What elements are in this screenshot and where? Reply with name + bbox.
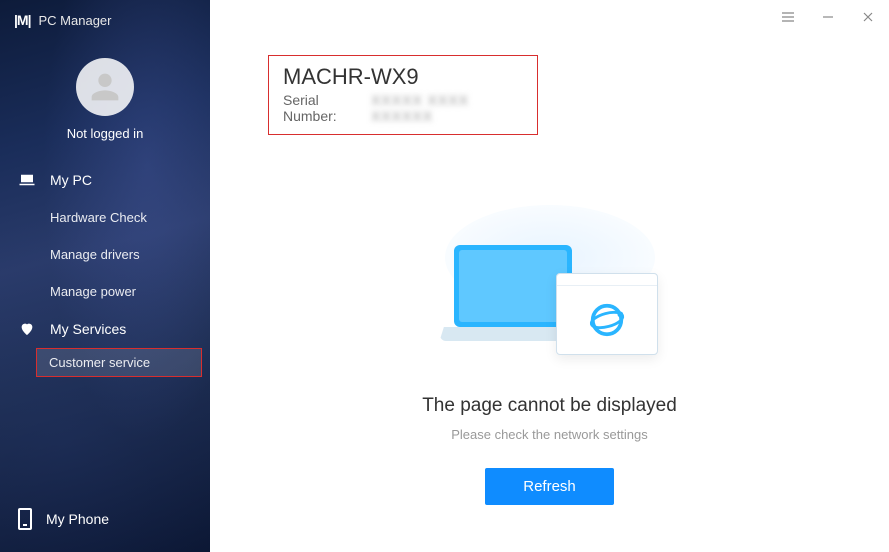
sidebar: |M| PC Manager Not logged in My PC Hardw… — [0, 0, 210, 552]
refresh-button[interactable]: Refresh — [485, 468, 614, 505]
window-controls — [779, 8, 877, 26]
error-illustration — [430, 205, 670, 375]
app-brand: |M| PC Manager — [0, 0, 210, 40]
sidebar-item-manage-drivers[interactable]: Manage drivers — [0, 236, 210, 273]
heart-icon — [18, 320, 36, 338]
sidebar-item-manage-power[interactable]: Manage power — [0, 273, 210, 310]
laptop-illustration — [454, 245, 572, 327]
sidebar-item-my-phone[interactable]: My Phone — [0, 494, 210, 544]
sidebar-category-label: My Services — [50, 321, 126, 337]
browser-window-illustration — [556, 273, 658, 355]
menu-button[interactable] — [779, 8, 797, 26]
sidebar-category-label: My PC — [50, 172, 92, 188]
app-logo-icon: |M| — [14, 12, 31, 28]
phone-icon — [18, 508, 32, 530]
close-icon — [861, 10, 875, 24]
device-info-box: MACHR-WX9 Serial Number: XXXXX XXXX XXXX… — [268, 55, 538, 135]
sidebar-bottom: My Phone — [0, 494, 210, 552]
device-serial-label: Serial Number: — [283, 92, 369, 124]
sidebar-category-my-services[interactable]: My Services — [0, 310, 210, 348]
login-status: Not logged in — [67, 126, 144, 141]
minimize-icon — [821, 10, 835, 24]
avatar[interactable] — [76, 58, 134, 116]
browser-e-icon — [588, 301, 626, 339]
app-name: PC Manager — [39, 13, 112, 28]
sidebar-item-label: My Phone — [46, 511, 109, 527]
error-subtitle: Please check the network settings — [451, 427, 648, 442]
close-button[interactable] — [859, 8, 877, 26]
device-serial-row: Serial Number: XXXXX XXXX XXXXXX — [283, 92, 523, 124]
sidebar-item-hardware-check[interactable]: Hardware Check — [0, 199, 210, 236]
device-serial-value: XXXXX XXXX XXXXXX — [371, 92, 523, 124]
user-section[interactable]: Not logged in — [0, 40, 210, 161]
error-area: The page cannot be displayed Please chec… — [210, 135, 889, 552]
error-title: The page cannot be displayed — [422, 395, 677, 417]
user-icon — [85, 67, 125, 107]
sidebar-item-customer-service[interactable]: Customer service — [36, 348, 202, 377]
hamburger-icon — [781, 10, 795, 24]
device-model: MACHR-WX9 — [283, 64, 523, 90]
minimize-button[interactable] — [819, 8, 837, 26]
nav: My PC Hardware Check Manage drivers Mana… — [0, 161, 210, 494]
sidebar-category-my-pc[interactable]: My PC — [0, 161, 210, 199]
laptop-icon — [18, 171, 36, 189]
main-content: MACHR-WX9 Serial Number: XXXXX XXXX XXXX… — [210, 0, 889, 552]
